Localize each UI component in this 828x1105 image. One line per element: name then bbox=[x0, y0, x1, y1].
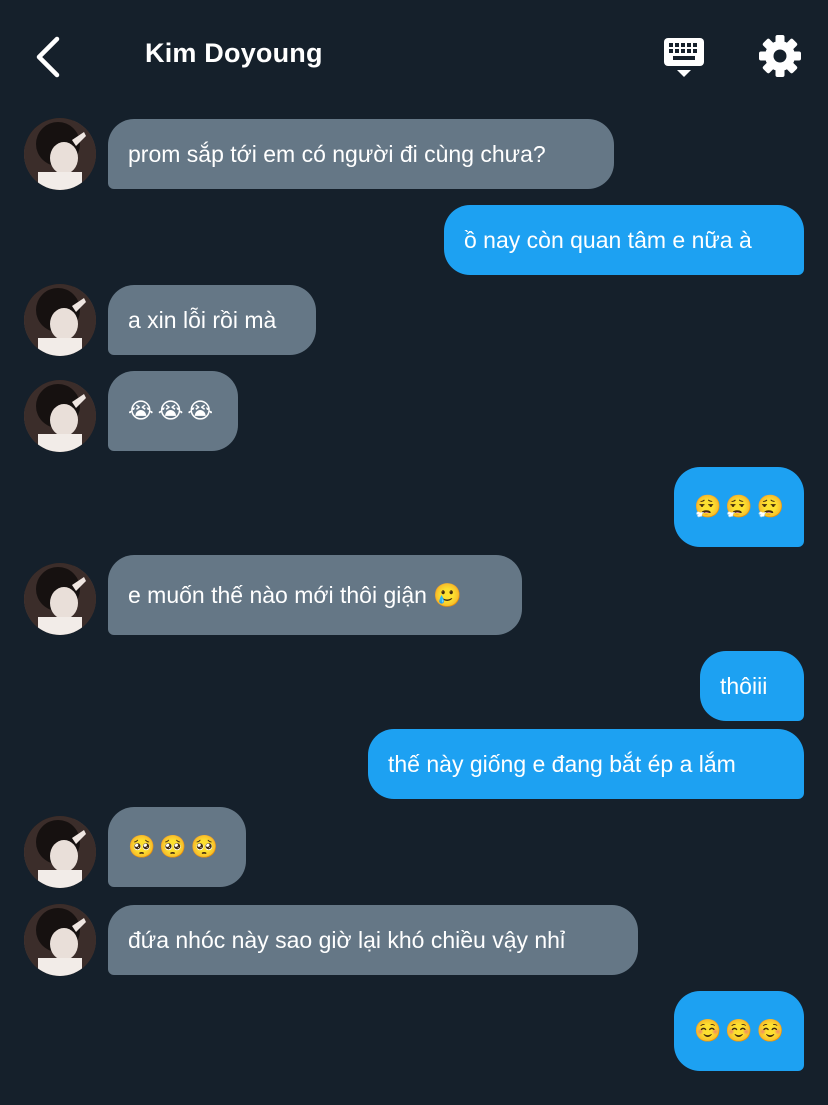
contact-avatar[interactable] bbox=[24, 284, 96, 356]
chat-header: Kim Doyoung bbox=[0, 0, 828, 112]
contact-avatar[interactable] bbox=[24, 118, 96, 190]
message-text: e muốn thế nào mới thôi giận 🥲 bbox=[128, 581, 462, 608]
message-bubble-outgoing[interactable]: ☺️☺️☺️ bbox=[674, 991, 804, 1071]
avatar-photo bbox=[24, 904, 96, 976]
message-emoji: 😮‍💨😮‍💨😮‍💨 bbox=[694, 494, 789, 520]
message-bubble-incoming[interactable]: 😭😭😭 bbox=[108, 371, 238, 451]
avatar-photo bbox=[24, 563, 96, 635]
message-bubble-incoming[interactable]: e muốn thế nào mới thôi giận 🥲 bbox=[108, 555, 522, 635]
message-bubble-incoming[interactable]: 🥺🥺🥺 bbox=[108, 807, 246, 887]
contact-avatar[interactable] bbox=[24, 816, 96, 888]
keyboard-button[interactable] bbox=[660, 34, 708, 82]
message-bubble-incoming[interactable]: prom sắp tới em có người đi cùng chưa? bbox=[108, 119, 614, 189]
avatar-photo bbox=[24, 284, 96, 356]
message-bubble-incoming[interactable]: a xin lỗi rồi mà bbox=[108, 285, 316, 355]
message-emoji: ☺️☺️☺️ bbox=[694, 1018, 789, 1044]
gear-icon bbox=[759, 35, 801, 77]
message-bubble-incoming[interactable]: đứa nhóc này sao giờ lại khó chiều vậy n… bbox=[108, 905, 638, 975]
avatar-photo bbox=[24, 118, 96, 190]
message-emoji: 😭😭😭 bbox=[128, 398, 218, 424]
contact-avatar[interactable] bbox=[24, 380, 96, 452]
keyboard-icon bbox=[664, 38, 704, 77]
message-bubble-outgoing[interactable]: 😮‍💨😮‍💨😮‍💨 bbox=[674, 467, 804, 547]
avatar-photo bbox=[24, 380, 96, 452]
message-emoji: 🥺🥺🥺 bbox=[128, 834, 223, 860]
message-text: prom sắp tới em có người đi cùng chưa? bbox=[128, 140, 546, 167]
conversation-title: Kim Doyoung bbox=[145, 38, 323, 68]
chevron-left-icon bbox=[36, 36, 60, 78]
message-text: thế này giống e đang bắt ép a lắm bbox=[388, 750, 736, 777]
message-bubble-outgoing[interactable]: ồ nay còn quan tâm e nữa à bbox=[444, 205, 804, 275]
message-text: ồ nay còn quan tâm e nữa à bbox=[464, 226, 752, 253]
message-text: đứa nhóc này sao giờ lại khó chiều vậy n… bbox=[128, 926, 566, 953]
message-text: thôiii bbox=[720, 672, 768, 699]
contact-avatar[interactable] bbox=[24, 904, 96, 976]
contact-avatar[interactable] bbox=[24, 563, 96, 635]
settings-button[interactable] bbox=[756, 32, 804, 80]
message-bubble-outgoing[interactable]: thế này giống e đang bắt ép a lắm bbox=[368, 729, 804, 799]
message-text: a xin lỗi rồi mà bbox=[128, 306, 277, 333]
message-bubble-outgoing[interactable]: thôiii bbox=[700, 651, 804, 721]
chat-screen: Kim Doyoung prom sắp tới em có người đi … bbox=[0, 0, 828, 1105]
back-button[interactable] bbox=[28, 34, 68, 80]
avatar-photo bbox=[24, 816, 96, 888]
